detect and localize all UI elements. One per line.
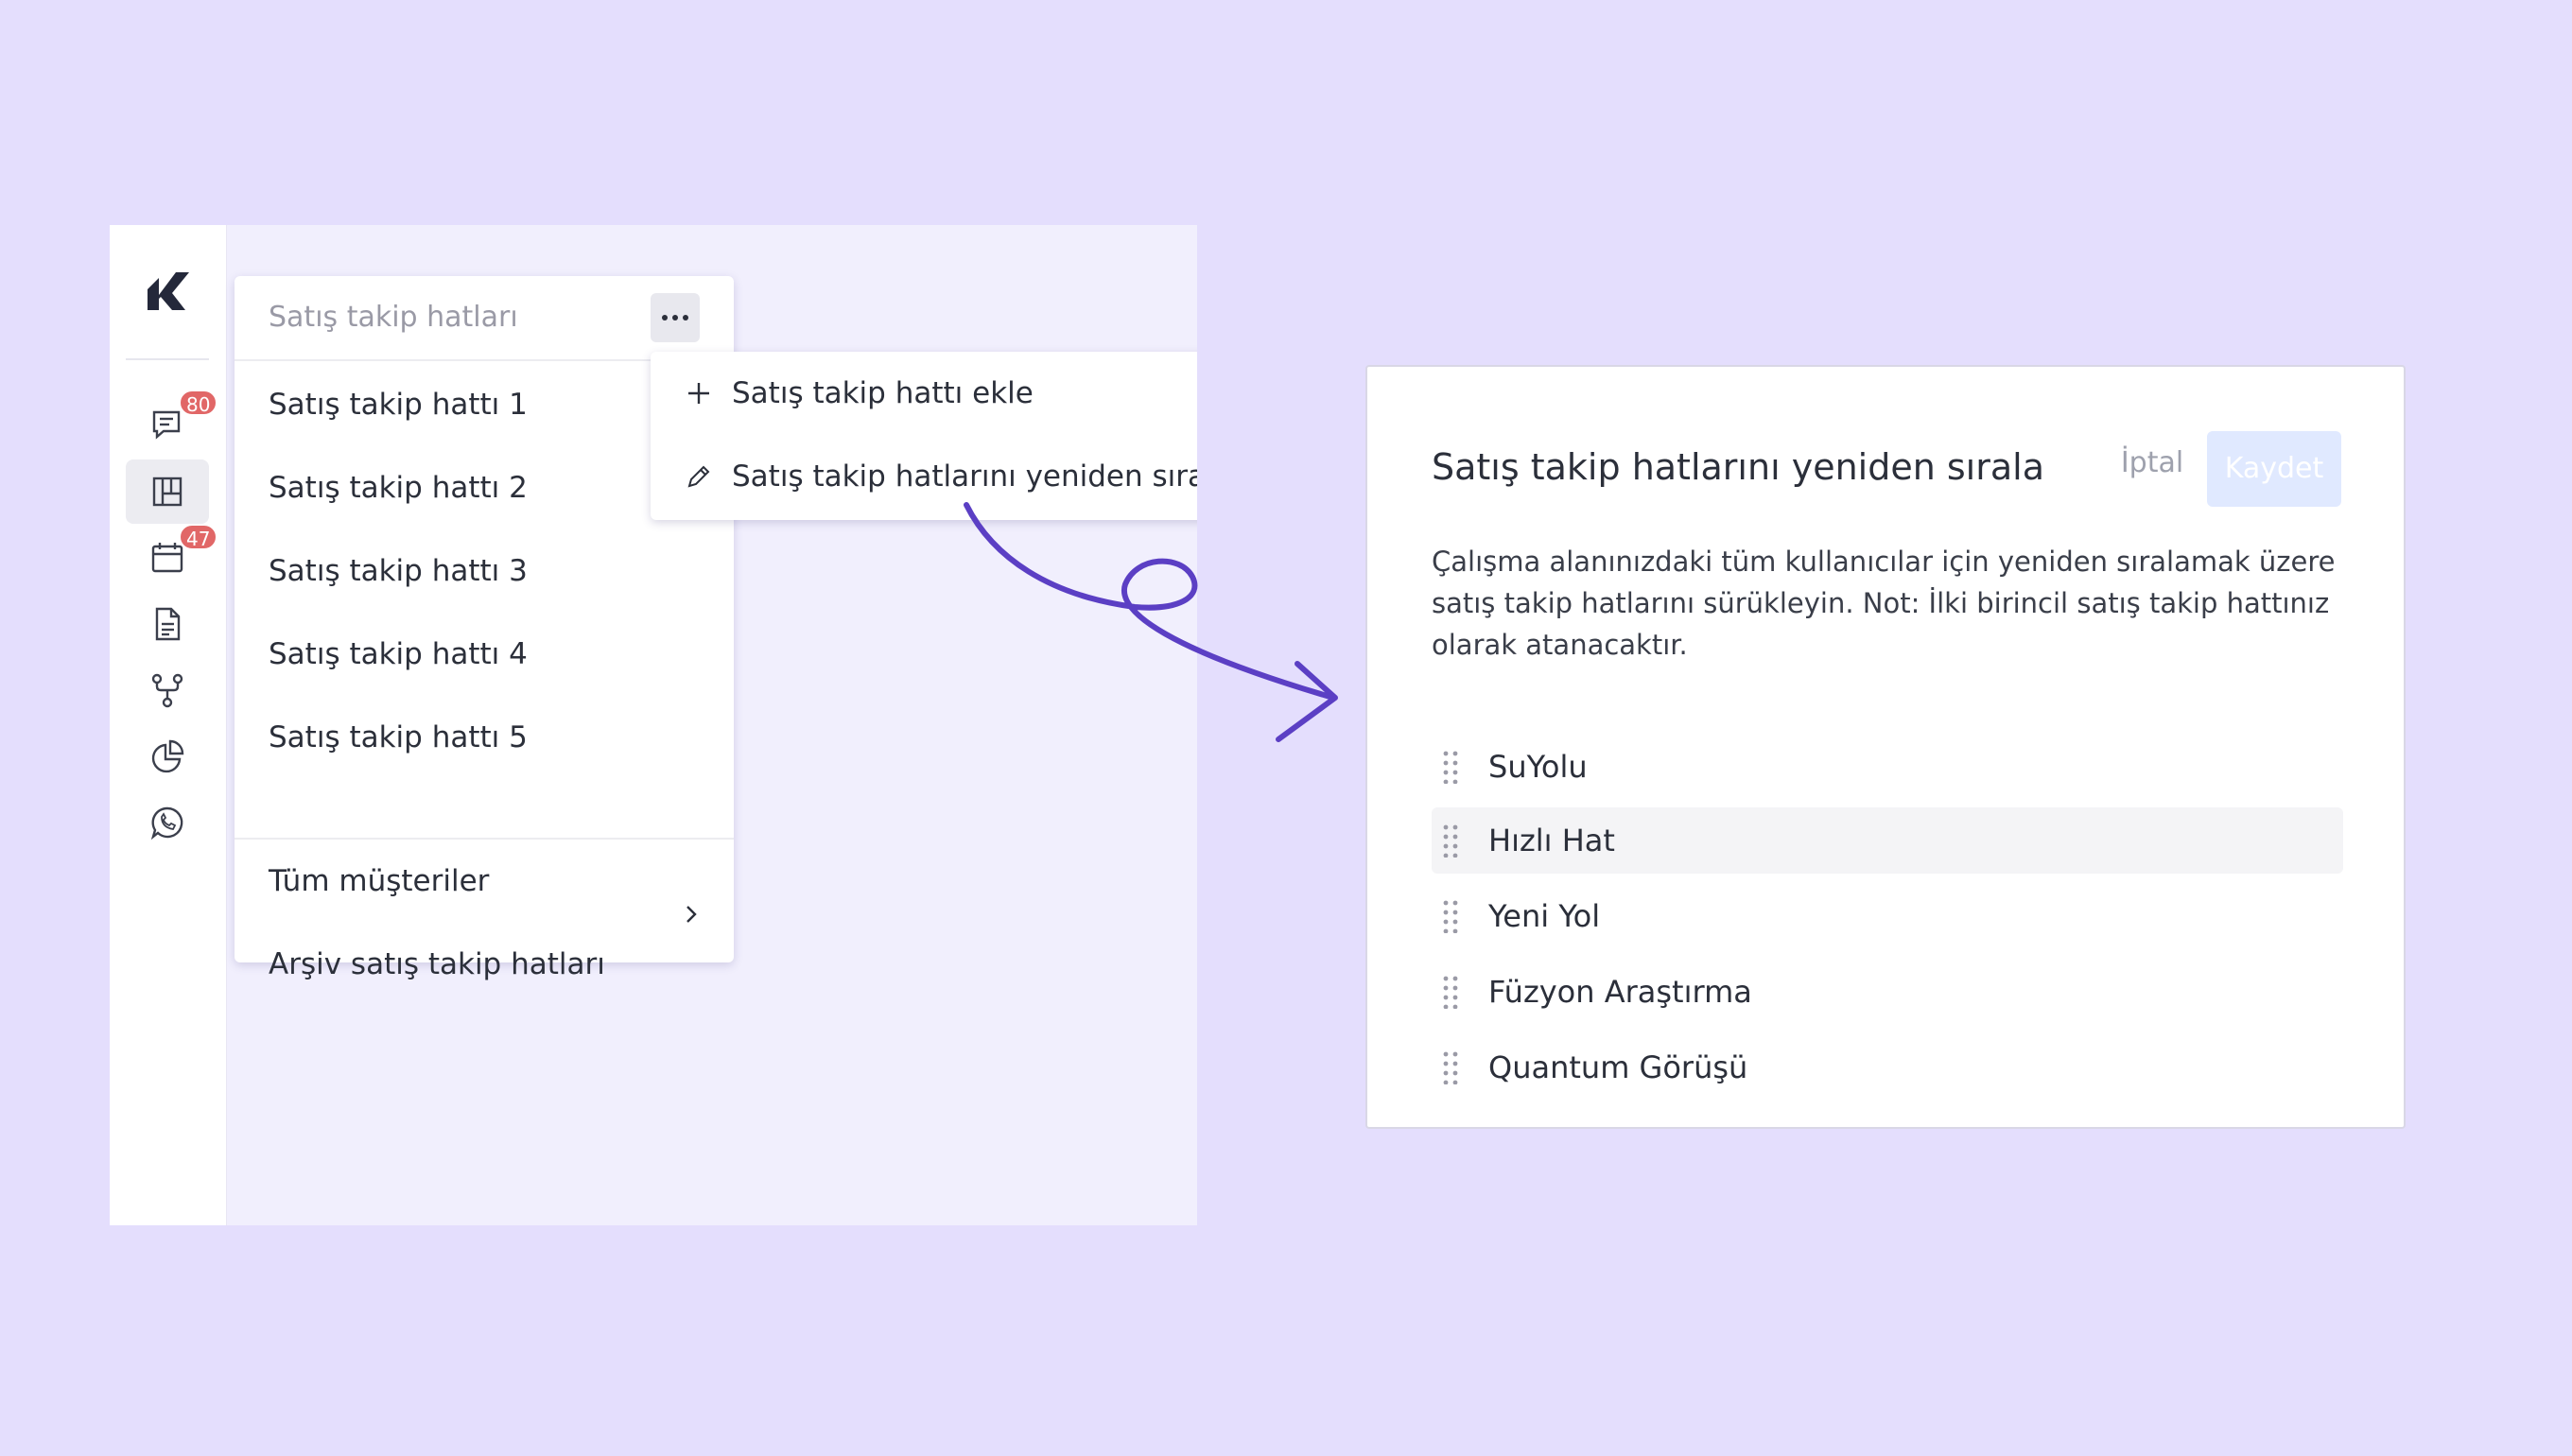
reorder-row[interactable]: Quantum Görüşü [1432,1034,2343,1101]
reorder-row[interactable]: SuYolu [1432,734,2343,800]
menu-divider [235,838,734,840]
row-label: Quantum Görüşü [1488,1049,1748,1085]
drag-handle-icon[interactable] [1441,750,1460,784]
pipeline-item[interactable]: Satış takip hattı 5 [269,720,528,754]
icon-sidebar: 80 47 [110,225,227,1225]
add-pipeline-label: Satış takip hattı ekle [732,376,1034,410]
dialog-description: Çalışma alanınızdaki tüm kullanıcılar iç… [1432,546,2336,661]
sidebar-item-messages[interactable]: 80 [126,390,218,456]
sidebar-item-pipelines[interactable] [126,459,209,524]
sidebar-item-documents[interactable] [126,592,209,656]
kanban-icon [152,477,182,507]
pipeline-item[interactable]: Satış takip hattı 2 [269,471,528,505]
sidebar-item-automation[interactable] [126,658,209,722]
pipelines-search[interactable]: Satış takip hatları [235,276,734,361]
sidebar-item-calendar[interactable]: 47 [126,524,218,590]
calendar-badge: 47 [179,524,218,550]
cancel-button[interactable]: İptal [2105,446,2199,490]
reorder-pipelines-dialog: Satış takip hatlarını yeniden sırala İpt… [1365,365,2406,1129]
drag-handle-icon[interactable] [1441,975,1460,1009]
reorder-row[interactable]: Füzyon Araştırma [1432,959,2343,1025]
brand-logo[interactable] [144,267,193,316]
reorder-pipelines-label: Satış takip hatlarını yeniden sırala [732,459,1197,494]
pipeline-item[interactable]: Satış takip hattı 3 [269,554,528,588]
search-placeholder: Satış takip hatları [269,301,518,334]
pencil-icon [687,465,710,488]
add-pipeline-item[interactable]: Satış takip hattı ekle [685,374,1034,412]
all-customers-item[interactable]: Tüm müşteriler [269,864,489,898]
save-button[interactable]: Kaydet [2207,431,2341,507]
more-horizontal-icon [662,315,688,321]
workflow-icon [151,673,183,708]
row-label: Yeni Yol [1488,898,1601,934]
sidebar-divider [126,358,209,360]
whatsapp-icon [150,806,183,841]
row-label: Füzyon Araştırma [1488,974,1752,1010]
sidebar-item-reports[interactable] [126,724,209,789]
drag-handle-icon[interactable] [1441,1050,1460,1084]
drag-handle-icon[interactable] [1441,823,1460,858]
sidebar-item-whatsapp[interactable] [126,790,209,855]
more-options-button[interactable] [651,293,700,342]
row-label: SuYolu [1488,749,1588,785]
reorder-pipelines-item[interactable]: Satış takip hatlarını yeniden sırala [685,458,1197,495]
document-icon [155,607,181,641]
reorder-row[interactable]: Yeni Yol [1432,883,2343,949]
dialog-title: Satış takip hatlarını yeniden sırala [1432,446,2044,488]
flow-arrow [964,502,1338,742]
plus-icon [688,383,709,404]
pipeline-item[interactable]: Satış takip hattı 4 [269,637,528,671]
messages-badge: 80 [179,390,218,416]
drag-handle-icon[interactable] [1441,899,1460,933]
archived-pipelines-item[interactable]: Arşiv satış takip hatları [269,947,605,981]
pie-chart-icon [151,739,184,773]
row-label: Hızlı Hat [1488,823,1615,858]
reorder-row[interactable]: Hızlı Hat [1432,807,2343,874]
chevron-right-icon [686,906,697,923]
pipeline-item[interactable]: Satış takip hattı 1 [269,388,528,422]
